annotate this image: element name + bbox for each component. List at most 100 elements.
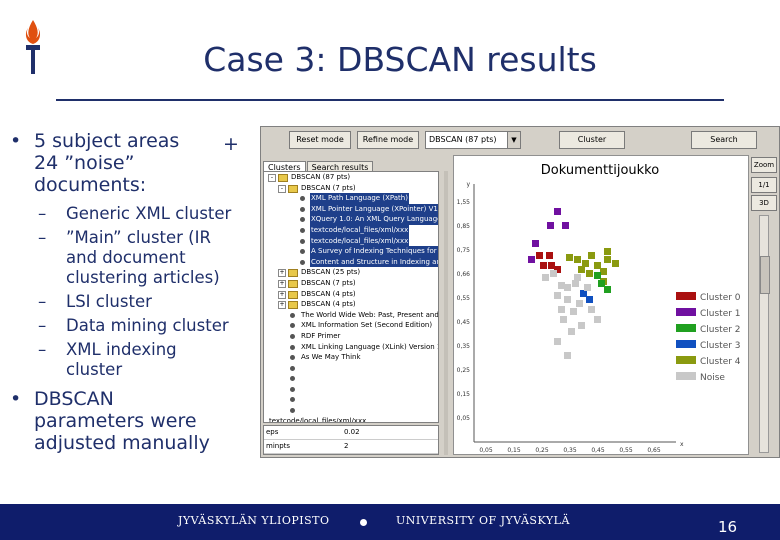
sub-bullet: – LSI cluster	[8, 292, 258, 312]
refine-mode-button[interactable]: Refine mode	[357, 131, 419, 149]
tree-row[interactable]: XQuery 1.0: An XML Query Language	[264, 214, 438, 225]
splitter-handle[interactable]	[441, 171, 451, 455]
slide-title: Case 3: DBSCAN results	[203, 40, 597, 79]
bullet-list: • + 5 subject areas 24 ”noise” documents…	[8, 130, 258, 462]
data-point	[600, 268, 607, 275]
dbscan-application-window: Reset mode Refine mode DBSCAN (87 pts) ▼…	[260, 126, 780, 458]
tree-row[interactable]: Content and Structure in Indexing and	[264, 256, 438, 268]
param-row: eps 0.02	[264, 426, 438, 440]
expand-icon[interactable]: +	[278, 269, 286, 278]
tree-row[interactable]: XML Path Language (XPath)	[264, 193, 438, 204]
reset-mode-button[interactable]: Reset mode	[289, 131, 351, 149]
x-tick-label: 0,25	[535, 447, 549, 454]
document-icon	[300, 259, 305, 265]
footer-bar: JYVÄSKYLÄN YLIOPISTO UNIVERSITY OF JYVÄS…	[0, 504, 780, 540]
data-point	[604, 286, 611, 293]
tree-label: DBSCAN (4 pts)	[301, 300, 356, 309]
vertical-scrollbar[interactable]	[759, 215, 770, 453]
cluster-method-select[interactable]: DBSCAN (87 pts) ▼	[425, 131, 521, 149]
3d-toggle-button[interactable]: 3D	[751, 195, 777, 211]
data-point	[576, 300, 583, 307]
bullet-parameters: • DBSCAN parameters were adjusted manual…	[8, 388, 258, 454]
data-point	[554, 208, 561, 215]
document-icon	[300, 206, 305, 212]
y-tick-label: 0,25	[457, 367, 471, 374]
folder-icon	[288, 269, 298, 278]
tree-row[interactable]: A Survey of Indexing Techniques for	[264, 246, 438, 257]
chevron-down-icon[interactable]: ▼	[507, 132, 520, 148]
tree-row[interactable]: As We May Think	[264, 352, 438, 363]
data-point	[604, 256, 611, 263]
tree-row[interactable]: + DBSCAN (4 pts)	[264, 299, 438, 310]
data-point	[594, 262, 601, 269]
footer-university-fi: JYVÄSKYLÄN YLIOPISTO	[178, 514, 330, 527]
y-tick-label: 0,05	[457, 415, 471, 422]
y-axis-label: y	[466, 181, 470, 188]
cluster-method-value: DBSCAN (87 pts)	[429, 135, 497, 144]
tree-row[interactable]: textcode/local_files/xml/xxx	[264, 224, 438, 236]
data-point	[588, 252, 595, 259]
bullet-text: 5 subject areas 24 ”noise” documents:	[34, 130, 180, 196]
y-tick-label: 0,45	[457, 319, 471, 326]
document-icon	[300, 196, 305, 202]
y-tick-label: 0,15	[457, 391, 471, 398]
tree-row[interactable]: textcode/local_files/xml/xxx	[264, 235, 438, 247]
tree-row[interactable]: + DBSCAN (25 pts)	[264, 267, 438, 278]
tree-row[interactable]: XML Linking Language (XLink) Version 1.0	[264, 342, 438, 353]
data-point	[562, 222, 569, 229]
tree-row[interactable]	[264, 405, 438, 416]
document-icon	[290, 365, 295, 371]
data-point	[564, 284, 571, 291]
scrollbar-thumb[interactable]	[760, 256, 770, 294]
data-point	[594, 316, 601, 323]
param-row: minpts 2	[264, 440, 438, 454]
tree-label: DBSCAN (87 pts)	[291, 173, 351, 181]
data-point	[542, 274, 549, 281]
parameter-table: eps 0.02 minpts 2	[263, 425, 439, 455]
tree-row[interactable]	[264, 394, 438, 405]
expand-icon[interactable]: +	[278, 301, 286, 310]
tree-label: textcode/local_files/xml/xxx	[310, 224, 410, 236]
footer-separator-dot	[360, 519, 367, 526]
tree-row[interactable]	[264, 363, 438, 374]
sub-bullet-text: Data mining cluster	[66, 316, 229, 335]
cluster-tree[interactable]: - DBSCAN (87 pts) - DBSCAN (7 pts) XML Path …	[263, 171, 439, 423]
x-tick-label: 0,15	[507, 447, 521, 454]
tree-row[interactable]: XML Information Set (Second Edition)	[264, 320, 438, 331]
tree-row[interactable]: textcode/local_files/xml/xxx	[264, 416, 438, 423]
tree-row[interactable]: - DBSCAN (87 pts)	[264, 172, 438, 183]
sub-bullet-dash: –	[38, 204, 47, 223]
collapse-icon[interactable]: -	[268, 174, 276, 182]
tree-label: DBSCAN (25 pts)	[301, 268, 361, 277]
tree-label: textcode/local_files/xml/xxx	[269, 416, 367, 423]
sub-bullet-text: ”Main” cluster (IR and document clusteri…	[66, 228, 220, 287]
document-icon	[290, 323, 295, 329]
data-point	[554, 292, 561, 299]
collapse-icon[interactable]: -	[278, 184, 286, 193]
cluster-button[interactable]: Cluster	[559, 131, 625, 149]
expand-icon[interactable]: +	[278, 290, 286, 299]
data-point	[572, 280, 579, 287]
folder-icon	[288, 279, 298, 288]
tree-row[interactable]: + DBSCAN (7 pts)	[264, 278, 438, 289]
tree-row[interactable]	[264, 373, 438, 384]
param-value[interactable]: 0.02	[344, 426, 360, 439]
expand-icon[interactable]: +	[278, 279, 286, 288]
legend-label: Cluster 1	[700, 309, 741, 319]
tree-row[interactable]	[264, 384, 438, 395]
panel-tabs: Clusters Search results	[263, 155, 374, 173]
data-point	[564, 352, 571, 359]
page-indicator[interactable]: 1/1	[751, 177, 777, 193]
tree-row[interactable]: RDF Primer	[264, 331, 438, 342]
data-point	[582, 260, 589, 267]
tree-row[interactable]: The World Wide Web: Past, Present and Fu…	[264, 310, 438, 321]
data-point	[586, 270, 593, 277]
tree-row[interactable]: + DBSCAN (4 pts)	[264, 289, 438, 300]
tree-row[interactable]: XML Pointer Language (XPointer) V1	[264, 203, 438, 215]
search-button[interactable]: Search	[691, 131, 757, 149]
zoom-button[interactable]: Zoom	[751, 157, 777, 173]
legend-label: Cluster 3	[700, 341, 741, 351]
tree-label: RDF Primer	[301, 331, 341, 340]
param-value[interactable]: 2	[344, 440, 348, 453]
tree-row[interactable]: - DBSCAN (7 pts)	[264, 183, 438, 194]
